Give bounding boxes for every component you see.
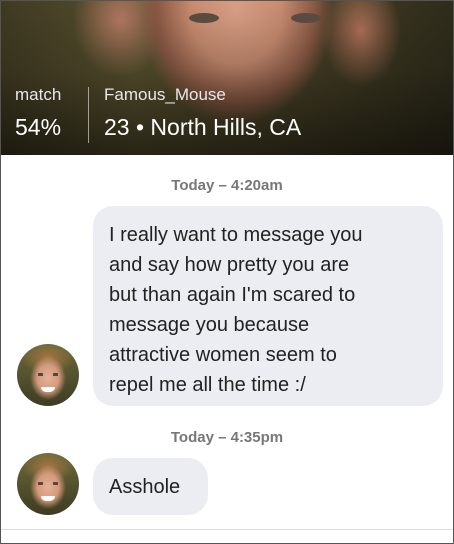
message-line: attractive women seem to — [109, 344, 337, 366]
profile-photo-eye-right — [291, 13, 321, 23]
message-line: repel me all the time :/ — [109, 374, 306, 396]
message-bubble[interactable]: Asshole — [93, 458, 208, 515]
chat-screen: match 54% Famous_Mouse 23 • North Hills,… — [0, 0, 454, 544]
match-label: match — [15, 85, 62, 104]
avatar-mouth — [41, 387, 55, 392]
message-line: Asshole — [109, 476, 181, 498]
composer-divider — [1, 529, 453, 530]
header-divider — [88, 87, 89, 143]
message-timestamp: Today – 4:20am — [171, 177, 283, 194]
profile-photo-eye-left — [189, 13, 219, 23]
message-timestamp: Today – 4:35pm — [170, 429, 284, 446]
avatar-eyes — [38, 373, 58, 376]
user-age-location: 23 • North Hills, CA — [104, 114, 302, 140]
match-percentage: 54% — [15, 114, 62, 140]
avatar[interactable] — [17, 344, 79, 406]
message-line: and say how pretty you are — [109, 254, 350, 276]
profile-header[interactable]: match 54% Famous_Mouse 23 • North Hills,… — [1, 1, 453, 155]
avatar-eyes — [38, 482, 58, 485]
message-bubble[interactable]: I really want to message you and say how… — [93, 206, 443, 406]
message-line: message you because — [109, 314, 310, 336]
match-block: match 54% — [15, 85, 61, 141]
username[interactable]: Famous_Mouse — [104, 85, 301, 105]
message-line: I really want to message you — [109, 224, 363, 246]
avatar-mouth — [41, 496, 55, 501]
avatar[interactable] — [17, 453, 79, 515]
message-line: but than again I'm scared to — [109, 284, 356, 306]
user-block: Famous_Mouse 23 • North Hills, CA — [104, 85, 301, 141]
